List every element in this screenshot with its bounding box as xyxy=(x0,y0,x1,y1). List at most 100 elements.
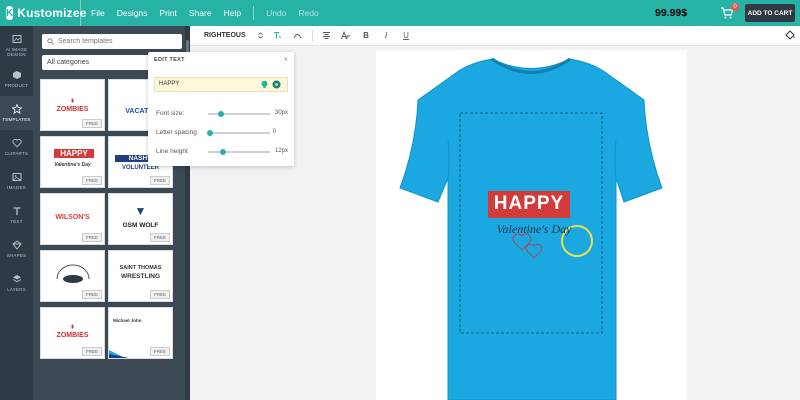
template-text: GSM WOLF xyxy=(122,222,159,229)
category-value: All categories xyxy=(47,59,90,66)
add-to-cart-button[interactable]: ADD TO CART xyxy=(745,4,795,22)
rail-label: TEXT xyxy=(10,219,23,224)
free-badge: FREE xyxy=(149,347,170,356)
font-select[interactable]: RIGHTEOUS xyxy=(204,32,264,39)
rail-shapes[interactable]: SHAPES xyxy=(0,232,33,266)
template-subtext: WRESTLING xyxy=(121,273,160,280)
align-button[interactable] xyxy=(319,29,333,43)
template-text: ZOMBIES xyxy=(56,106,89,113)
search-box xyxy=(42,34,182,49)
text-icon xyxy=(13,207,20,215)
edit-text-button[interactable] xyxy=(270,29,284,43)
template-item[interactable]: ▮ ZOMBIES FREE xyxy=(40,79,105,131)
template-icon: ▮ xyxy=(71,98,74,104)
logo-text: Kustomizee xyxy=(17,6,87,20)
chevron-updown-icon xyxy=(258,32,263,39)
free-badge: FREE xyxy=(149,290,170,299)
font-size-label: Font size: xyxy=(156,110,185,117)
italic-button[interactable]: I xyxy=(379,29,393,43)
fill-color-icon[interactable] xyxy=(784,29,796,41)
menu-undo[interactable]: Undo xyxy=(266,8,286,18)
rail-label: LAYERS xyxy=(7,287,26,292)
curve-icon xyxy=(293,34,301,39)
menu-redo[interactable]: Redo xyxy=(298,8,318,18)
design-headline[interactable]: HAPPY xyxy=(488,193,570,215)
menu-print[interactable]: Print xyxy=(159,8,176,18)
wolf-icon: ▼ xyxy=(134,204,147,218)
line-height-value: 12px xyxy=(274,148,288,154)
font-size-value: 30px xyxy=(274,110,288,116)
text-curve-button[interactable] xyxy=(290,29,304,43)
product-icon xyxy=(12,71,21,79)
heart-icon xyxy=(11,139,22,148)
diamond-icon xyxy=(11,240,22,250)
template-item[interactable]: Michael John FREE xyxy=(108,307,173,359)
text-case-icon xyxy=(341,31,350,40)
template-item[interactable]: WILSON'S FREE xyxy=(40,193,105,245)
logo[interactable]: K Kustomizee xyxy=(0,6,86,20)
free-badge: FREE xyxy=(81,176,102,185)
edit-text-popup: EDIT TEXT × HAPPY Font size: 30px Letter… xyxy=(148,52,294,166)
rail-images[interactable]: IMAGES xyxy=(0,164,33,198)
free-badge: FREE xyxy=(81,347,102,356)
letter-spacing-slider[interactable] xyxy=(207,130,270,136)
free-badge: FREE xyxy=(81,119,102,128)
template-item[interactable]: HAPPY Valentine's Day FREE xyxy=(40,136,105,188)
template-item[interactable]: SAINT THOMAS WRESTLING FREE xyxy=(108,250,173,302)
slider-knob[interactable] xyxy=(220,149,226,155)
letter-spacing-value: 0 xyxy=(272,129,276,135)
rail-label: IMAGES xyxy=(7,185,26,190)
case-button[interactable] xyxy=(339,29,353,43)
template-text: Michael John xyxy=(113,318,142,323)
template-item[interactable]: ▼ GSM WOLF FREE xyxy=(108,193,173,245)
menu-designs[interactable]: Designs xyxy=(117,8,148,18)
template-text: SAINT THOMAS xyxy=(119,265,162,271)
bulb-icon[interactable] xyxy=(260,80,269,89)
rail-label: SHAPES xyxy=(6,253,27,258)
font-size-slider[interactable] xyxy=(208,111,270,117)
italic-icon: I xyxy=(384,31,388,40)
free-badge: FREE xyxy=(81,233,102,242)
menu-file[interactable]: File xyxy=(91,8,105,18)
slider-knob[interactable] xyxy=(207,130,213,136)
rail-cliparts[interactable]: CLIPARTS xyxy=(0,130,33,164)
text-edit-icon xyxy=(273,32,281,39)
align-center-icon xyxy=(322,32,330,39)
menu-help[interactable]: Help xyxy=(224,8,241,18)
cart-count-badge: 0 xyxy=(731,3,739,11)
rail-templates[interactable]: TEMPLATES xyxy=(0,96,33,130)
text-toolbar: RIGHTEOUS B I U xyxy=(190,26,800,46)
underline-button[interactable]: U xyxy=(399,29,413,43)
template-script: Valentine's Day xyxy=(54,162,91,168)
menu-share[interactable]: Share xyxy=(189,8,212,18)
free-badge: FREE xyxy=(81,290,102,299)
logo-icon: K xyxy=(6,6,14,20)
design-canvas[interactable]: HAPPY Valentine's Day xyxy=(376,50,687,400)
bold-button[interactable]: B xyxy=(359,29,373,43)
close-icon[interactable]: × xyxy=(283,55,288,64)
template-item[interactable]: ▮ ZOMBIES FREE xyxy=(40,307,105,359)
template-icon: ▮ xyxy=(71,324,74,330)
slider-knob[interactable] xyxy=(218,111,224,117)
search-icon xyxy=(47,38,54,45)
rail-text[interactable]: TEXT xyxy=(0,198,33,232)
bold-icon: B xyxy=(363,31,369,40)
rail-ai-image-design[interactable]: AI IMAGE DESIGN xyxy=(0,28,33,62)
search-input[interactable] xyxy=(58,38,178,45)
line-height-label: Line height xyxy=(156,148,188,155)
template-text: HAPPY xyxy=(54,149,94,158)
rail-product[interactable]: PRODUCT xyxy=(0,62,33,96)
template-text: WILSON'S xyxy=(55,214,90,221)
free-badge: FREE xyxy=(149,233,170,242)
image-icon xyxy=(12,173,21,181)
design-subline[interactable]: Valentine's Day xyxy=(484,222,584,237)
badge-graphic xyxy=(56,264,90,283)
left-rail: AI IMAGE DESIGN PRODUCT TEMPLATES CLIPAR… xyxy=(0,26,33,400)
line-height-slider[interactable] xyxy=(208,149,270,155)
template-item[interactable]: FREE xyxy=(40,250,105,302)
underline-icon: U xyxy=(403,31,409,40)
main-menu: File Designs Print Share Help Undo Redo xyxy=(80,0,331,26)
color-wheel-icon[interactable] xyxy=(272,80,281,89)
rail-label: TEMPLATES xyxy=(2,117,31,122)
rail-layers[interactable]: LAYERS xyxy=(0,266,33,300)
